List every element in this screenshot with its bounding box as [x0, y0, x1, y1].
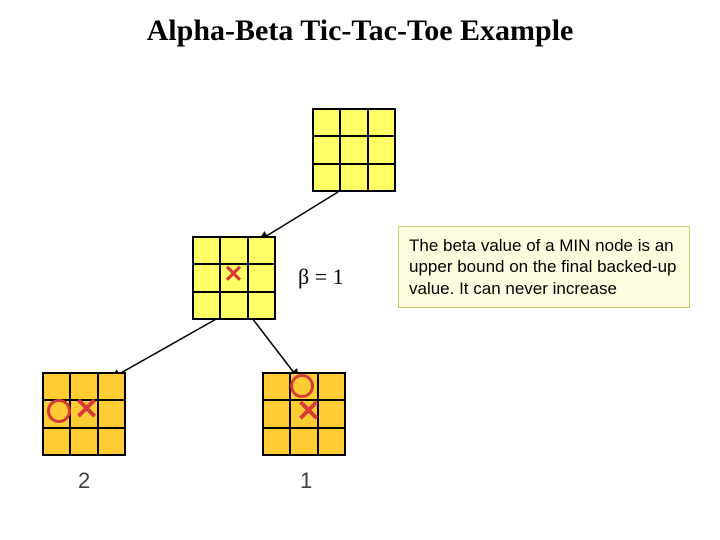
board-cell	[313, 136, 340, 163]
board-cell	[340, 164, 367, 191]
board-cell	[318, 400, 345, 427]
board-mid: ✕	[192, 236, 276, 320]
board-cell	[313, 164, 340, 191]
board-cell	[70, 428, 97, 455]
board-cell	[220, 292, 247, 319]
board-cell	[98, 400, 125, 427]
board-cell	[248, 237, 275, 264]
board-cell	[263, 400, 290, 427]
board-cell	[368, 164, 395, 191]
board-cell	[318, 428, 345, 455]
board-cell	[263, 428, 290, 455]
leaf-value-right: 1	[300, 468, 312, 494]
board-cell	[248, 264, 275, 291]
board-cell	[98, 373, 125, 400]
board-cell	[193, 292, 220, 319]
beta-label: β = 1	[298, 264, 344, 290]
board-root	[312, 108, 396, 192]
mark-x: ✕	[223, 263, 243, 287]
leaf-value-left: 2	[78, 468, 90, 494]
board-cell	[43, 428, 70, 455]
board-cell	[340, 136, 367, 163]
board-cell	[220, 237, 247, 264]
board-cell	[263, 373, 290, 400]
mark-o	[47, 399, 71, 423]
slide-title: Alpha-Beta Tic-Tac-Toe Example	[0, 14, 720, 48]
board-cell	[340, 109, 367, 136]
board-cell	[368, 109, 395, 136]
board-cell	[368, 136, 395, 163]
board-cell	[248, 292, 275, 319]
board-cell	[43, 373, 70, 400]
mark-x: ✕	[74, 395, 99, 425]
mark-x: ✕	[296, 397, 321, 427]
explain-box: The beta value of a MIN node is an upper…	[398, 226, 690, 308]
board-cell	[313, 109, 340, 136]
board-cell	[290, 428, 317, 455]
board-cell	[318, 373, 345, 400]
board-cell	[193, 264, 220, 291]
board-cell	[98, 428, 125, 455]
board-cell	[193, 237, 220, 264]
board-cell: ✕	[220, 264, 247, 291]
